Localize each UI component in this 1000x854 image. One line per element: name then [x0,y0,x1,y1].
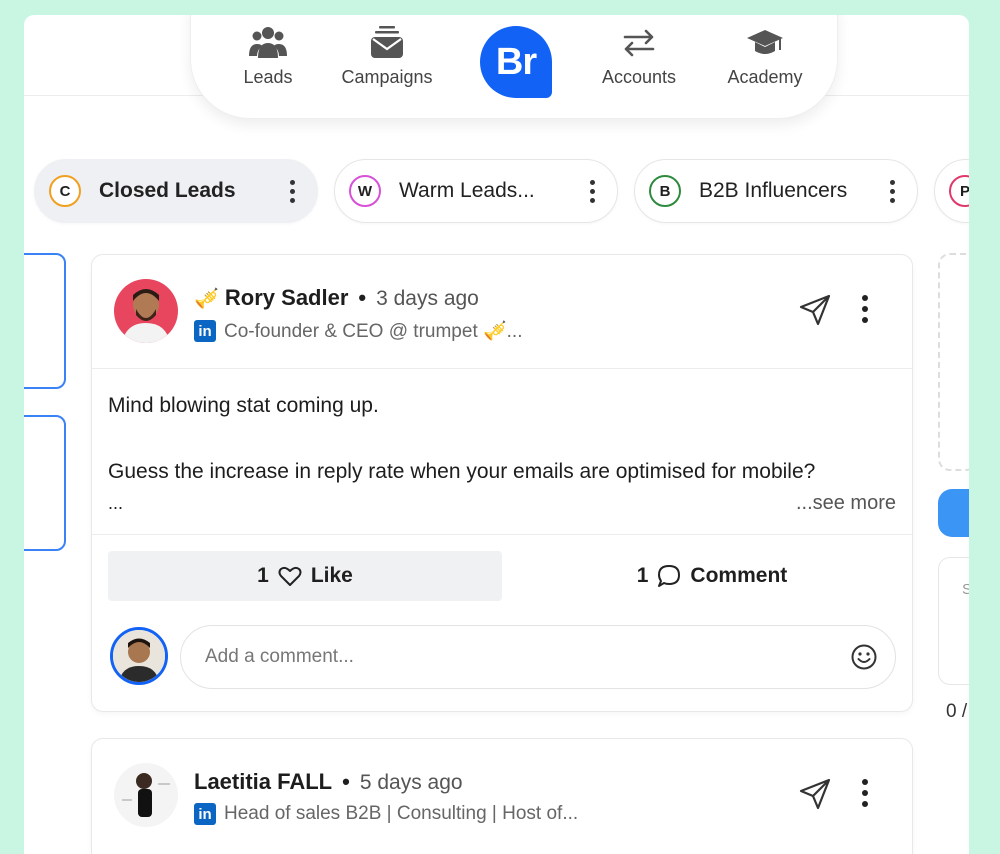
tab-badge: W [349,175,381,207]
tab-closed-leads[interactable]: C Closed Leads [34,159,318,223]
trumpet-emoji: 🎺 [194,288,219,310]
linkedin-icon: in [194,320,216,342]
post-time: 3 days ago [376,287,479,310]
author-name[interactable]: Laetitia FALL [194,769,332,795]
tab-more-icon[interactable] [889,180,895,203]
author-headline: in Co-founder & CEO @ trumpet 🎺... [194,319,523,343]
tab-more-icon[interactable] [589,180,595,203]
send-icon[interactable] [798,293,832,327]
feed-post: Laetitia FALL • 5 days ago in Head of sa… [91,738,913,854]
right-panel-button[interactable] [938,489,969,537]
post-author-line: 🎺 Rory Sadler • 3 days ago [194,285,479,311]
post-time: 5 days ago [359,771,463,794]
nav-academy-label: Academy [727,67,803,87]
linkedin-icon: in [194,803,216,825]
comment-composer [92,603,912,703]
tab-b2b-influencers[interactable]: B B2B Influencers [634,159,918,223]
comment-bubble-icon [658,565,681,587]
author-name[interactable]: Rory Sadler [225,285,349,311]
right-panel-letter: S [962,581,969,598]
comment-label: Comment [690,564,788,587]
right-panel-dropzone [938,253,969,471]
tab-label: Warm Leads... [399,179,535,202]
inbox-icon [371,26,403,58]
comment-count: 1 [636,564,649,587]
more-options-icon[interactable] [862,779,868,807]
separator-dot: • [358,285,367,310]
nav-campaigns[interactable]: Campaigns [332,24,442,88]
heart-icon [278,566,302,586]
tab-warm-leads[interactable]: W Warm Leads... [334,159,618,223]
right-panel-count: 0 / [946,701,968,722]
author-headline: in Head of sales B2B | Consulting | Host… [194,803,578,825]
users-icon [249,27,287,58]
tab-partial[interactable]: P [934,159,969,223]
tab-badge: C [49,175,81,207]
post-body: Mind blowing stat coming up. Guess the i… [92,369,912,535]
current-user-avatar [110,627,168,685]
feed-post: 🎺 Rory Sadler • 3 days ago in Co-founder… [91,254,913,712]
like-count: 1 [257,564,269,587]
app-window: Leads Campaigns Br Accounts Academy C Cl… [24,15,969,854]
post-header: 🎺 Rory Sadler • 3 days ago in Co-founder… [92,255,912,369]
left-panel-card[interactable] [24,415,66,551]
headline-text: Co-founder & CEO @ trumpet 🎺... [224,321,523,342]
nav-accounts-label: Accounts [601,67,677,87]
post-header: Laetitia FALL • 5 days ago in Head of sa… [92,739,912,853]
tab-badge: B [649,175,681,207]
see-more-link[interactable]: ...see more [796,487,896,520]
right-panel-card[interactable] [938,557,969,685]
swap-arrows-icon [623,29,655,57]
comment-button[interactable]: 1 Comment [522,551,902,601]
more-options-icon[interactable] [862,295,868,323]
tab-badge: P [949,175,969,207]
emoji-smile-icon[interactable] [850,643,878,671]
nav-leads[interactable]: Leads [213,24,323,88]
post-actions: 1 Like 1 Comment [92,535,912,603]
like-button[interactable]: 1 Like [108,551,502,601]
tab-more-icon[interactable] [289,180,295,203]
top-navigation: Leads Campaigns Br Accounts Academy [190,15,838,119]
separator-dot: • [342,769,350,794]
nav-campaigns-label: Campaigns [341,67,433,87]
nav-leads-label: Leads [243,67,293,87]
post-ellipsis: ... [108,493,124,513]
avatar[interactable] [114,763,178,827]
headline-text: Head of sales B2B | Consulting | Host of… [224,803,579,824]
nav-accounts[interactable]: Accounts [584,24,694,88]
comment-input[interactable] [180,625,896,689]
send-icon[interactable] [798,777,832,811]
post-author-line: Laetitia FALL • 5 days ago [194,769,463,795]
left-panel-card[interactable] [24,253,66,389]
post-text-line: Guess the increase in reply rate when yo… [108,460,816,483]
tab-label: Closed Leads [99,179,236,202]
like-label: Like [310,564,353,587]
brand-logo[interactable]: Br [480,26,552,98]
graduation-cap-icon [747,30,783,54]
post-text-line: Mind blowing stat coming up. [108,394,379,417]
avatar[interactable] [114,279,178,343]
tab-label: B2B Influencers [699,179,848,202]
nav-academy[interactable]: Academy [710,24,820,88]
